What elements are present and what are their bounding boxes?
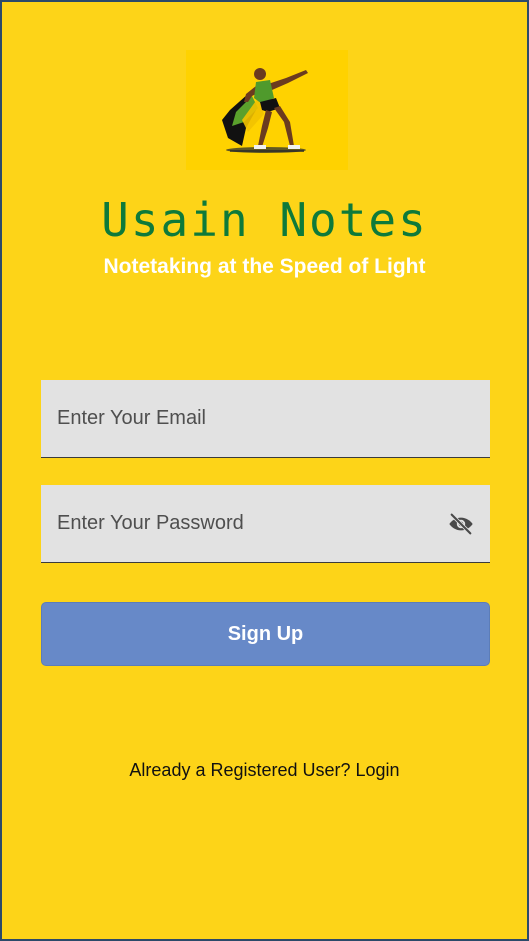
signup-screen: Usain Notes Notetaking at the Speed of L…: [0, 0, 529, 941]
signup-button[interactable]: Sign Up: [41, 602, 490, 666]
app-tagline: Notetaking at the Speed of Light: [103, 255, 426, 278]
password-field[interactable]: [41, 485, 490, 563]
eye-off-icon[interactable]: [446, 510, 476, 538]
login-link[interactable]: Already a Registered User? Login: [2, 757, 527, 783]
app-logo-icon: [186, 50, 348, 170]
email-field[interactable]: [41, 380, 490, 458]
app-title: Usain Notes: [101, 193, 428, 247]
email-input[interactable]: [41, 380, 490, 457]
password-input[interactable]: [41, 485, 490, 562]
